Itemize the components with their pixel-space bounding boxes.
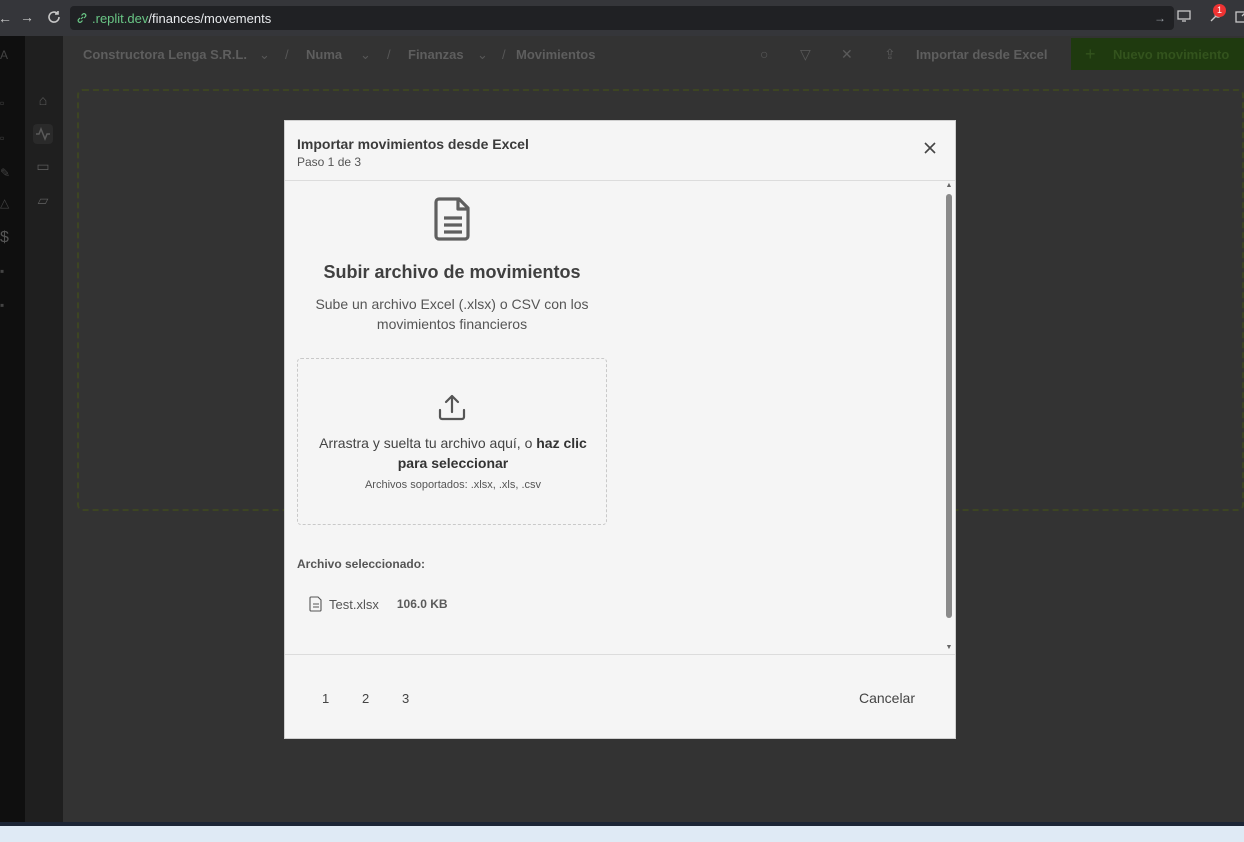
reload-icon[interactable] — [46, 9, 62, 30]
close-icon[interactable] — [923, 141, 937, 155]
scroll-up-icon[interactable]: ▲ — [945, 182, 953, 189]
activity-icon[interactable] — [33, 124, 53, 144]
upload-icon — [438, 394, 466, 421]
supported-formats: Archivos soportados: .xlsx, .xls, .csv — [364, 479, 542, 491]
breadcrumb-separator: / — [387, 47, 391, 62]
breadcrumb-company[interactable]: Constructora Lenga S.R.L. — [83, 47, 247, 62]
rail-icon: ▫ — [0, 131, 5, 145]
forward-icon[interactable]: → — [16, 9, 38, 25]
selected-file-label: Archivo seleccionado: — [297, 557, 426, 571]
file-dropzone[interactable]: Arrastra y suelta tu archivo aquí, o haz… — [297, 358, 607, 525]
step-2[interactable]: 2 — [362, 691, 369, 706]
file-text-icon — [434, 197, 470, 241]
upload-icon[interactable]: ⇪ — [884, 46, 896, 63]
dropzone-text-plain: Arrastra y suelta tu archivo aquí, o — [319, 435, 537, 451]
file-size: 106.0 KB — [396, 597, 448, 611]
rail-logo-icon: A — [0, 48, 9, 62]
filter-icon[interactable]: ▽ — [800, 46, 811, 63]
chevron-down-icon[interactable]: ⌄ — [477, 47, 488, 63]
chevron-down-icon[interactable]: ⌄ — [360, 47, 371, 63]
go-icon[interactable]: → — [1154, 11, 1166, 25]
rail-lock-icon: ▪ — [0, 264, 5, 278]
plus-icon: + — [1085, 43, 1096, 64]
sidebar — [25, 36, 63, 822]
modal-footer: 1 2 3 Cancelar — [285, 654, 955, 739]
file-name: Test.xlsx — [329, 596, 379, 612]
new-movement-button[interactable]: + Nuevo movimiento — [1071, 38, 1244, 70]
screen-icon[interactable] — [1176, 8, 1192, 24]
folder-icon[interactable]: ▱ — [33, 192, 53, 212]
modal-scrollbar[interactable]: ▲ ▼ — [945, 182, 953, 654]
top-bar: Constructora Lenga S.R.L. ⌄ / Numa ⌄ / F… — [63, 36, 1244, 72]
modal-step-indicator: Paso 1 de 3 — [297, 155, 362, 169]
breadcrumb-page: Movimientos — [516, 47, 596, 62]
url-path: /finances/movements — [148, 10, 272, 26]
import-modal: Importar movimientos desde Excel Paso 1 … — [284, 120, 956, 739]
rail-icon: ▫ — [0, 96, 5, 110]
browser-toolbar: ← → .replit.dev/finances/movements → 1 — [0, 0, 1244, 36]
bottom-strip — [0, 826, 1244, 842]
notification-badge: 1 — [1213, 4, 1226, 17]
breadcrumb-project[interactable]: Numa — [306, 47, 342, 62]
import-excel-button[interactable]: Importar desde Excel — [916, 47, 1048, 62]
url-host: .replit.dev — [92, 10, 149, 26]
cancel-button[interactable]: Cancelar — [859, 690, 915, 706]
dropzone-text: Arrastra y suelta tu archivo aquí, o haz… — [318, 433, 588, 473]
upload-description: Sube un archivo Excel (.xlsx) o CSV con … — [315, 296, 589, 332]
card-icon[interactable]: ▭ — [33, 158, 53, 178]
breadcrumb-separator: / — [285, 47, 289, 62]
link-icon — [77, 13, 87, 23]
rail-icon: △ — [0, 196, 10, 210]
left-rail: A ▫ ▫ ✎ △ $ ▪ ▪ — [0, 36, 25, 822]
search-icon[interactable]: ○ — [760, 46, 768, 62]
open-external-icon[interactable] — [1234, 8, 1244, 24]
upload-title: Subir archivo de movimientos — [323, 262, 581, 282]
modal-body: Subir archivo de movimientos Sube un arc… — [285, 182, 955, 654]
step-3[interactable]: 3 — [402, 691, 409, 706]
home-icon[interactable]: ⌂ — [33, 92, 53, 112]
address-bar[interactable]: .replit.dev/finances/movements → — [70, 6, 1174, 30]
step-1[interactable]: 1 — [322, 691, 329, 706]
rail-lock-icon: ▪ — [0, 298, 5, 312]
chevron-down-icon[interactable]: ⌄ — [259, 47, 270, 63]
modal-header: Importar movimientos desde Excel Paso 1 … — [285, 121, 955, 181]
clear-icon[interactable]: ✕ — [841, 46, 853, 63]
rail-icon: ✎ — [0, 166, 11, 180]
rail-dollar-icon: $ — [0, 229, 9, 246]
scroll-down-icon[interactable]: ▼ — [945, 644, 953, 651]
modal-title: Importar movimientos desde Excel — [297, 136, 529, 152]
file-icon — [309, 596, 322, 612]
breadcrumb-section[interactable]: Finanzas — [408, 47, 464, 62]
selected-file-row: Test.xlsx 106.0 KB — [309, 596, 448, 612]
scrollbar-thumb[interactable] — [946, 194, 952, 618]
new-movement-label: Nuevo movimiento — [1113, 46, 1230, 62]
back-icon[interactable]: ← — [0, 10, 16, 26]
breadcrumb-separator: / — [502, 47, 506, 62]
